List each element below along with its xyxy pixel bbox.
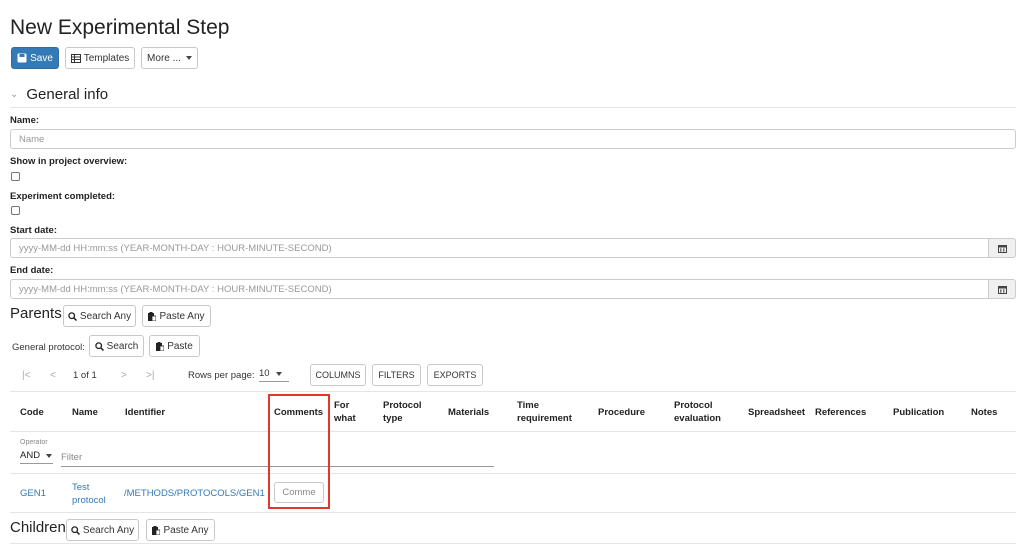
caret-down-icon bbox=[185, 56, 192, 60]
general-info-header[interactable]: ⌄ General info bbox=[10, 86, 108, 103]
caret-down-icon bbox=[275, 371, 282, 376]
first-page-button[interactable]: |< bbox=[22, 370, 30, 381]
show-in-overview-checkbox[interactable] bbox=[11, 172, 20, 181]
column-header-comments[interactable]: Comments bbox=[274, 406, 323, 419]
name-line: Test bbox=[72, 482, 90, 493]
column-header-time-requirement[interactable]: Time requirement bbox=[517, 399, 572, 425]
calendar-icon bbox=[997, 285, 1007, 294]
templates-label: Templates bbox=[83, 52, 130, 64]
paste-icon bbox=[148, 311, 157, 321]
children-divider bbox=[10, 543, 1016, 544]
column-header-for-what[interactable]: For what bbox=[334, 399, 356, 425]
column-header-protocol-evaluation[interactable]: Protocol evaluation bbox=[674, 399, 721, 425]
more-dropdown[interactable]: More ... bbox=[141, 47, 198, 69]
column-header-procedure[interactable]: Procedure bbox=[598, 406, 645, 419]
column-header-references[interactable]: References bbox=[815, 406, 866, 419]
general-protocol-paste-button[interactable]: Paste bbox=[149, 335, 200, 357]
search-icon bbox=[94, 341, 104, 351]
table-top-border bbox=[10, 391, 1016, 392]
parents-title: Parents bbox=[10, 305, 62, 322]
children-search-any-button[interactable]: Search Any bbox=[66, 519, 139, 541]
show-in-overview-label: Show in project overview: bbox=[10, 156, 128, 167]
column-header-materials[interactable]: Materials bbox=[448, 406, 489, 419]
search-label: Search bbox=[106, 340, 139, 352]
children-title: Children bbox=[10, 519, 66, 536]
header-line: evaluation bbox=[674, 413, 721, 424]
general-info-title: General info bbox=[26, 86, 109, 103]
general-protocol-search-button[interactable]: Search bbox=[89, 335, 144, 357]
row-identifier-link[interactable]: /METHODS/PROTOCOLS/GEN1 bbox=[124, 488, 265, 499]
end-date-calendar-button[interactable] bbox=[989, 279, 1016, 299]
column-header-name[interactable]: Name bbox=[72, 406, 98, 419]
header-divider bbox=[10, 431, 1016, 432]
comments-input[interactable]: Comme bbox=[274, 482, 324, 503]
rows-per-page-value: 10 bbox=[259, 368, 270, 379]
row-code-link[interactable]: GEN1 bbox=[20, 488, 46, 499]
column-header-code[interactable]: Code bbox=[20, 406, 44, 419]
header-line: Protocol bbox=[674, 400, 713, 411]
column-header-identifier[interactable]: Identifier bbox=[125, 406, 165, 419]
section-divider bbox=[10, 107, 1016, 108]
column-header-spreadsheet[interactable]: Spreadsheet bbox=[748, 406, 805, 419]
calendar-icon bbox=[997, 244, 1007, 253]
paste-label: Paste bbox=[167, 340, 193, 352]
search-any-label: Search Any bbox=[82, 524, 135, 536]
row-name-link[interactable]: Test protocol bbox=[72, 481, 106, 507]
save-icon bbox=[17, 53, 27, 63]
parents-paste-any-button[interactable]: Paste Any bbox=[142, 305, 211, 327]
header-line: Protocol bbox=[383, 400, 422, 411]
start-date-calendar-button[interactable] bbox=[989, 238, 1016, 258]
more-label: More ... bbox=[147, 52, 181, 64]
operator-value: AND bbox=[20, 450, 41, 461]
page-info: 1 of 1 bbox=[73, 370, 97, 381]
column-header-notes[interactable]: Notes bbox=[971, 406, 997, 419]
start-date-label: Start date: bbox=[10, 225, 57, 236]
children-paste-any-button[interactable]: Paste Any bbox=[146, 519, 215, 541]
general-protocol-label: General protocol: bbox=[12, 342, 85, 353]
columns-button[interactable]: COLUMNS bbox=[310, 364, 366, 386]
exports-button[interactable]: EXPORTS bbox=[427, 364, 483, 386]
filter-divider bbox=[10, 473, 1016, 474]
start-date-input[interactable]: yyyy-MM-dd HH:mm:ss (YEAR-MONTH-DAY : HO… bbox=[10, 238, 989, 258]
page-title: New Experimental Step bbox=[10, 16, 230, 39]
save-label: Save bbox=[30, 52, 53, 64]
search-icon bbox=[68, 311, 77, 321]
templates-button[interactable]: Templates bbox=[65, 47, 135, 69]
rows-per-page-label: Rows per page: bbox=[188, 370, 255, 381]
name-line: protocol bbox=[72, 495, 106, 506]
save-button[interactable]: Save bbox=[11, 47, 59, 69]
filter-input[interactable]: Filter bbox=[61, 452, 494, 467]
last-page-button[interactable]: >| bbox=[146, 370, 154, 381]
header-line: type bbox=[383, 413, 403, 424]
operator-label: Operator bbox=[20, 439, 48, 446]
header-line: Time bbox=[517, 400, 540, 411]
name-label: Name: bbox=[10, 115, 40, 126]
filters-button[interactable]: FILTERS bbox=[372, 364, 421, 386]
end-date-input[interactable]: yyyy-MM-dd HH:mm:ss (YEAR-MONTH-DAY : HO… bbox=[10, 279, 989, 299]
search-any-label: Search Any bbox=[79, 310, 132, 322]
paste-any-label: Paste Any bbox=[159, 310, 205, 322]
end-date-label: End date: bbox=[10, 265, 54, 276]
row-divider bbox=[10, 512, 1016, 513]
experiment-completed-checkbox[interactable] bbox=[11, 206, 20, 215]
experiment-completed-label: Experiment completed: bbox=[10, 191, 116, 202]
chevron-down-icon: ⌄ bbox=[10, 89, 19, 100]
table-icon bbox=[70, 53, 81, 63]
header-line: For bbox=[334, 400, 350, 411]
caret-down-icon bbox=[46, 453, 53, 458]
name-input[interactable]: Name bbox=[10, 129, 1016, 149]
paste-icon bbox=[156, 341, 165, 351]
operator-select[interactable]: AND bbox=[20, 450, 53, 464]
column-header-protocol-type[interactable]: Protocol type bbox=[383, 399, 422, 425]
paste-any-label: Paste Any bbox=[163, 524, 209, 536]
next-page-button[interactable]: > bbox=[121, 370, 127, 381]
paste-icon bbox=[152, 525, 161, 535]
rows-per-page-select[interactable]: 10 bbox=[259, 368, 289, 382]
header-line: what bbox=[334, 413, 356, 424]
header-line: requirement bbox=[517, 413, 572, 424]
prev-page-button[interactable]: < bbox=[50, 370, 56, 381]
column-header-publication[interactable]: Publication bbox=[893, 406, 944, 419]
search-icon bbox=[71, 525, 80, 535]
parents-search-any-button[interactable]: Search Any bbox=[63, 305, 136, 327]
